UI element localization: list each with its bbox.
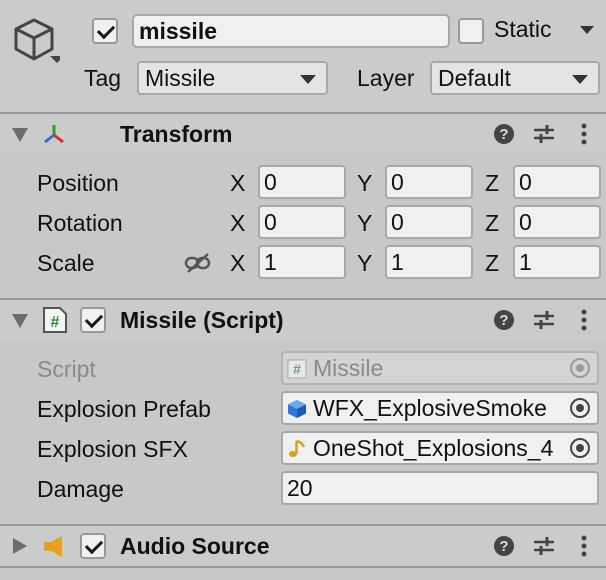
inspector-panel: missile Static Tag Missile Layer Default…: [0, 0, 606, 580]
rotation-label: Rotation: [37, 210, 123, 236]
axis-y-label: Y: [357, 210, 373, 236]
rotation-x-input[interactable]: 0: [258, 205, 346, 239]
enabled-checkbox[interactable]: [80, 533, 106, 559]
explosion-prefab-value: WFX_ExplosiveSmoke: [313, 395, 547, 421]
object-picker-icon: [563, 353, 597, 383]
scale-x-input[interactable]: 1: [258, 245, 346, 279]
rotation-y-input[interactable]: 0: [385, 205, 473, 239]
foldout-arrow-icon[interactable]: [13, 538, 27, 554]
scale-label: Scale: [37, 250, 95, 276]
component-title: Missile (Script): [120, 307, 284, 333]
kebab-menu-icon[interactable]: [572, 534, 596, 558]
help-icon[interactable]: ?: [492, 122, 516, 146]
chevron-down-icon: [300, 75, 316, 84]
scale-z-input[interactable]: 1: [513, 245, 601, 279]
script-field: # Missile: [281, 351, 599, 385]
gameobject-header: missile Static Tag Missile Layer Default: [0, 0, 606, 112]
axis-y-label: Y: [357, 170, 373, 196]
static-label: Static: [494, 16, 552, 42]
enabled-checkbox[interactable]: [80, 307, 106, 333]
cube-icon[interactable]: [10, 16, 60, 68]
layer-value: Default: [438, 65, 511, 91]
svg-text:?: ?: [499, 126, 508, 143]
position-y-input[interactable]: 0: [385, 165, 473, 199]
damage-input[interactable]: 20: [281, 471, 599, 505]
foldout-arrow-icon[interactable]: [12, 128, 28, 142]
active-checkbox[interactable]: [92, 18, 118, 44]
explosion-prefab-label: Explosion Prefab: [37, 396, 211, 422]
chevron-down-icon: [572, 75, 588, 84]
explosion-sfx-value: OneShot_Explosions_4: [313, 435, 554, 461]
gameobject-name-input[interactable]: missile: [132, 14, 450, 48]
tag-value: Missile: [145, 65, 216, 91]
object-picker-icon[interactable]: [563, 393, 597, 423]
missile-script-header[interactable]: # Missile (Script) ?: [0, 300, 606, 340]
scale-y-input[interactable]: 1: [385, 245, 473, 279]
layer-dropdown[interactable]: Default: [430, 61, 600, 95]
script-value: Missile: [313, 355, 384, 381]
tag-dropdown[interactable]: Missile: [137, 61, 328, 95]
explosion-prefab-field[interactable]: WFX_ExplosiveSmoke: [281, 391, 599, 425]
damage-label: Damage: [37, 476, 124, 502]
transform-header[interactable]: Transform ?: [0, 114, 606, 154]
presets-icon[interactable]: [532, 308, 556, 332]
kebab-menu-icon[interactable]: [572, 122, 596, 146]
position-z-input[interactable]: 0: [513, 165, 601, 199]
axis-y-label: Y: [357, 250, 373, 276]
axis-x-label: X: [230, 250, 246, 276]
missile-script-body: Script # Missile Explosion Prefab WFX_Ex…: [0, 340, 606, 524]
audio-note-icon: [289, 439, 306, 457]
explosion-sfx-field[interactable]: OneShot_Explosions_4: [281, 431, 599, 465]
transform-axes-icon: [44, 125, 64, 144]
rotation-z-input[interactable]: 0: [513, 205, 601, 239]
object-picker-icon[interactable]: [563, 433, 597, 463]
position-label: Position: [37, 170, 119, 196]
component-title: Transform: [120, 121, 233, 147]
help-icon[interactable]: ?: [492, 534, 516, 558]
prefab-cube-icon: [288, 400, 306, 418]
audio-source-header[interactable]: Audio Source ?: [0, 526, 606, 566]
tag-label: Tag: [84, 65, 122, 91]
axis-z-label: Z: [485, 210, 500, 236]
component-title: Audio Source: [120, 533, 270, 559]
position-x-input[interactable]: 0: [258, 165, 346, 199]
axis-x-label: X: [230, 170, 246, 196]
link-broken-icon[interactable]: [184, 252, 212, 274]
transform-body: Position X 0 Y 0 Z 0 Rotation X 0 Y 0 Z …: [0, 154, 606, 298]
csharp-script-icon: #: [43, 307, 67, 333]
help-icon[interactable]: ?: [492, 308, 516, 332]
kebab-menu-icon[interactable]: [572, 308, 596, 332]
svg-text:?: ?: [499, 538, 508, 555]
speaker-icon: [44, 536, 62, 557]
axis-z-label: Z: [485, 170, 500, 196]
explosion-sfx-label: Explosion SFX: [37, 436, 188, 462]
script-label: Script: [37, 356, 96, 382]
axis-x-label: X: [230, 210, 246, 236]
presets-icon[interactable]: [532, 534, 556, 558]
hash-icon: #: [287, 359, 307, 379]
static-checkbox[interactable]: [458, 18, 484, 44]
divider: [0, 566, 606, 568]
svg-text:#: #: [51, 314, 60, 331]
foldout-arrow-icon[interactable]: [12, 314, 28, 328]
axis-z-label: Z: [485, 250, 500, 276]
static-dropdown-caret[interactable]: [580, 26, 594, 34]
presets-icon[interactable]: [532, 122, 556, 146]
svg-text:#: #: [293, 361, 301, 377]
layer-label: Layer: [357, 65, 415, 91]
svg-text:?: ?: [499, 312, 508, 329]
